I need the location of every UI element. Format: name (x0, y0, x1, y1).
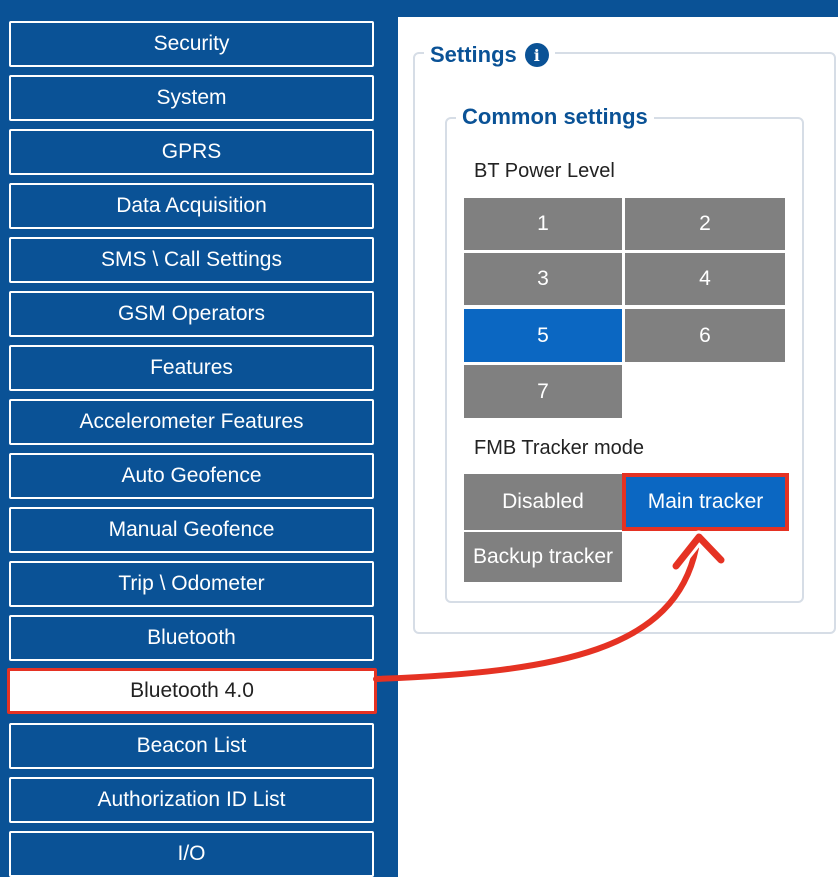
sidebar-item-authorization-id-list[interactable]: Authorization ID List (9, 777, 374, 823)
bt-power-option-7[interactable]: 7 (464, 365, 622, 418)
tracker-mode-disabled[interactable]: Disabled (464, 474, 622, 530)
sidebar-item-trip-odometer[interactable]: Trip \ Odometer (9, 561, 374, 607)
sidebar-item-gsm-operators[interactable]: GSM Operators (9, 291, 374, 337)
sidebar-item-manual-geofence[interactable]: Manual Geofence (9, 507, 374, 553)
tracker-mode-backup-tracker[interactable]: Backup tracker (464, 532, 622, 582)
sidebar-item-bluetooth[interactable]: Bluetooth (9, 615, 374, 661)
sidebar-item-features[interactable]: Features (9, 345, 374, 391)
bt-power-option-4[interactable]: 4 (625, 253, 785, 305)
sidebar-item-data-acquisition[interactable]: Data Acquisition (9, 183, 374, 229)
fmb-tracker-mode-label: FMB Tracker mode (474, 437, 645, 459)
sidebar-item-accelerometer-features[interactable]: Accelerometer Features (9, 399, 374, 445)
tracker-mode-main-tracker[interactable]: Main tracker (622, 473, 789, 531)
sidebar-item-auto-geofence[interactable]: Auto Geofence (9, 453, 374, 499)
bt-power-level-label: BT Power Level (474, 160, 615, 182)
sidebar-item-beacon-list[interactable]: Beacon List (9, 723, 374, 769)
common-settings-legend: Common settings (456, 102, 654, 132)
top-strip (398, 0, 838, 17)
sidebar-item-sms-call-settings[interactable]: SMS \ Call Settings (9, 237, 374, 283)
sidebar-item-security[interactable]: Security (9, 21, 374, 67)
sidebar-item-gprs[interactable]: GPRS (9, 129, 374, 175)
sidebar-item-io[interactable]: I/O (9, 831, 374, 877)
settings-title: Settings (430, 42, 517, 67)
info-icon[interactable]: i (524, 43, 549, 67)
sidebar: Security System GPRS Data Acquisition SM… (0, 0, 398, 877)
bt-power-option-3[interactable]: 3 (464, 253, 622, 305)
bt-power-option-2[interactable]: 2 (625, 198, 785, 250)
common-settings-title: Common settings (462, 104, 648, 129)
sidebar-item-bluetooth-4-0[interactable]: Bluetooth 4.0 (7, 668, 377, 714)
settings-legend: Settings i (424, 40, 555, 70)
sidebar-item-system[interactable]: System (9, 75, 374, 121)
bt-power-option-1[interactable]: 1 (464, 198, 622, 250)
bt-power-option-5[interactable]: 5 (464, 309, 622, 362)
bt-power-option-6[interactable]: 6 (625, 309, 785, 362)
